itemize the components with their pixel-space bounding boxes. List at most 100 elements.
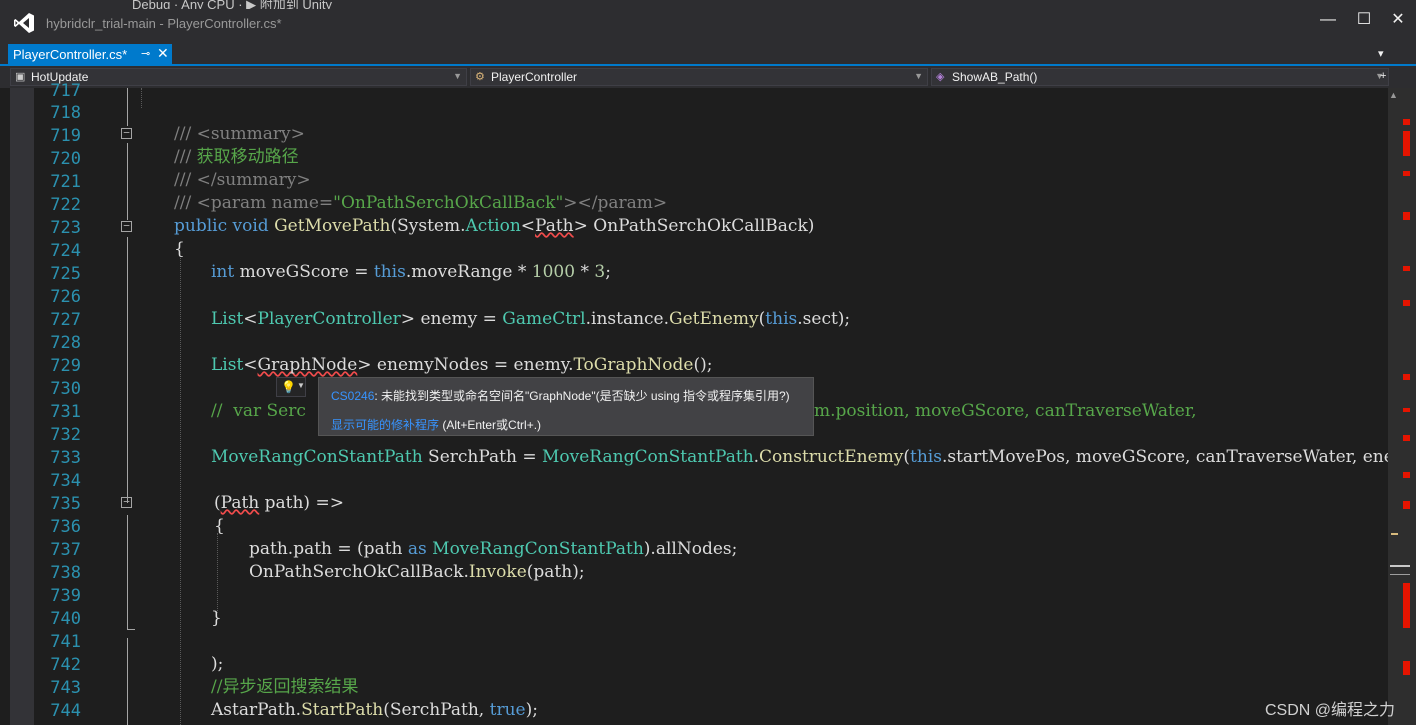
error-marker[interactable] <box>1403 212 1410 220</box>
code-line-740: } <box>211 608 222 628</box>
code-line-721: /// </summary> <box>174 170 311 190</box>
split-window-icon[interactable]: + <box>1380 70 1386 82</box>
fix-shortcut: (Alt+Enter或Ctrl+.) <box>439 418 542 432</box>
collapse-icon[interactable]: − <box>121 127 132 139</box>
error-marker[interactable] <box>1403 408 1410 412</box>
error-tooltip: CS0246: 未能找到类型或命名空间名"GraphNode"(是否缺少 usi… <box>318 377 814 436</box>
outline-line <box>127 143 128 220</box>
chevron-down-icon: ▼ <box>914 71 923 81</box>
code-line-731b: m.position, moveGScore, canTraverseWater… <box>814 401 1197 421</box>
line-number: 726 <box>50 287 81 307</box>
code-line-735: (Path path) => <box>214 493 344 513</box>
method-icon: ◈ <box>936 71 945 83</box>
toolbar-partial-text: Debug · Any CPU · ▶ 附加到 Unity <box>132 0 332 9</box>
outline-line <box>127 638 128 725</box>
error-marker[interactable] <box>1403 472 1410 478</box>
line-number: 736 <box>50 517 81 537</box>
caret-position-marker <box>1390 574 1410 575</box>
pin-icon[interactable]: ⊸ <box>141 47 150 60</box>
line-number: 743 <box>50 678 81 698</box>
line-number: 721 <box>50 172 81 192</box>
lightbulb-error-icon: 💡 <box>281 380 296 394</box>
error-text: : 未能找到类型或命名空间名"GraphNode"(是否缺少 using 指令或… <box>374 389 790 403</box>
line-number: 729 <box>50 356 81 376</box>
error-marker[interactable] <box>1403 119 1410 125</box>
line-number: 740 <box>50 609 81 629</box>
line-number: 727 <box>50 310 81 330</box>
member-dropdown[interactable]: ◈ ShowAB_Path() ▼ <box>931 68 1389 86</box>
class-dropdown-value: PlayerController <box>491 70 578 84</box>
error-marker[interactable] <box>1403 171 1410 176</box>
error-code-link[interactable]: CS0246 <box>331 389 374 403</box>
quick-actions-button[interactable]: 💡 ▼ <box>276 377 306 397</box>
code-line-743: //异步返回搜索结果 <box>211 677 359 697</box>
line-number: 728 <box>50 333 81 353</box>
collapse-icon[interactable]: − <box>121 220 132 232</box>
line-number: 720 <box>50 149 81 169</box>
scroll-position-marker[interactable] <box>1390 565 1410 567</box>
outline-end <box>127 629 135 630</box>
document-tab-row <box>0 44 1416 66</box>
class-icon: ⚙ <box>475 71 485 83</box>
line-number: 731 <box>50 402 81 422</box>
code-line-742: ); <box>211 654 224 674</box>
class-dropdown[interactable]: ⚙ PlayerController ▼ <box>470 68 928 86</box>
code-line-725: int moveGScore = this.moveRange * 1000 *… <box>211 262 611 282</box>
tab-label: PlayerController.cs* <box>13 47 128 62</box>
error-marker[interactable] <box>1403 374 1410 380</box>
visual-studio-logo-icon <box>14 13 34 33</box>
line-number: 725 <box>50 264 81 284</box>
csdn-watermark: CSDN @编程之力 <box>1265 702 1396 719</box>
warning-marker[interactable] <box>1391 533 1398 535</box>
window-title: hybridclr_trial-main - PlayerController.… <box>46 16 282 31</box>
line-number: 738 <box>50 563 81 583</box>
error-message: CS0246: 未能找到类型或命名空间名"GraphNode"(是否缺少 usi… <box>331 387 790 404</box>
code-line-724: { <box>174 239 185 259</box>
line-number: 730 <box>50 379 81 399</box>
line-number: 734 <box>50 471 81 491</box>
line-number: 739 <box>50 586 81 606</box>
close-window-button[interactable]: ✕ <box>1378 8 1416 32</box>
line-number: 742 <box>50 655 81 675</box>
tab-playercontroller[interactable]: PlayerController.cs* ⊸ ✕ <box>8 44 172 66</box>
error-marker[interactable] <box>1403 266 1410 271</box>
show-fixes-link[interactable]: 显示可能的修补程序 <box>331 418 439 432</box>
indent-guide <box>180 258 181 725</box>
project-icon: ▣ <box>15 71 26 83</box>
scroll-up-arrow-icon[interactable]: ▲ <box>1389 90 1398 100</box>
code-line-738: OnPathSerchOkCallBack.Invoke(path); <box>249 562 585 582</box>
minimize-button[interactable]: — <box>1308 8 1348 32</box>
toolbar-partial: Debug · Any CPU · ▶ 附加到 Unity <box>0 0 1416 9</box>
tab-overflow-chevron-icon[interactable]: ▾ <box>1378 47 1384 60</box>
line-number: 717 <box>50 81 81 101</box>
code-line-737: path.path = (path as MoveRangConStantPat… <box>249 539 738 559</box>
code-line-723: public void GetMovePath(System.Action<Pa… <box>174 216 815 236</box>
error-marker[interactable] <box>1403 661 1410 675</box>
code-line-729: List<GraphNode> enemyNodes = enemy.ToGra… <box>211 355 713 375</box>
member-dropdown-value: ShowAB_Path() <box>952 70 1038 84</box>
line-number: 732 <box>50 425 81 445</box>
code-line-727: List<PlayerController> enemy = GameCtrl.… <box>211 309 851 329</box>
line-number: 733 <box>50 448 81 468</box>
error-marker[interactable] <box>1403 501 1410 509</box>
error-marker[interactable] <box>1403 131 1410 156</box>
vertical-scrollbar[interactable]: ▲ <box>1388 88 1416 725</box>
line-number: 737 <box>50 540 81 560</box>
code-line-720: /// 获取移动路径 <box>174 147 299 167</box>
tab-close-icon[interactable]: ✕ <box>157 45 169 62</box>
indicator-margin <box>10 88 34 725</box>
indent-guide <box>141 88 142 108</box>
outline-line <box>127 515 128 630</box>
code-line-733: MoveRangConStantPath SerchPath = MoveRan… <box>211 447 1416 467</box>
code-line-736: { <box>214 516 225 536</box>
outline-line <box>127 88 128 126</box>
error-marker[interactable] <box>1403 583 1410 628</box>
fix-line: 显示可能的修补程序 (Alt+Enter或Ctrl+.) <box>331 416 541 433</box>
collapse-icon[interactable]: − <box>121 496 132 508</box>
line-number: 719 <box>50 126 81 146</box>
error-marker[interactable] <box>1403 300 1410 306</box>
indent-guide <box>217 533 218 613</box>
error-marker[interactable] <box>1403 435 1410 441</box>
line-number: 744 <box>50 701 81 721</box>
code-line-719: /// <summary> <box>174 124 305 144</box>
